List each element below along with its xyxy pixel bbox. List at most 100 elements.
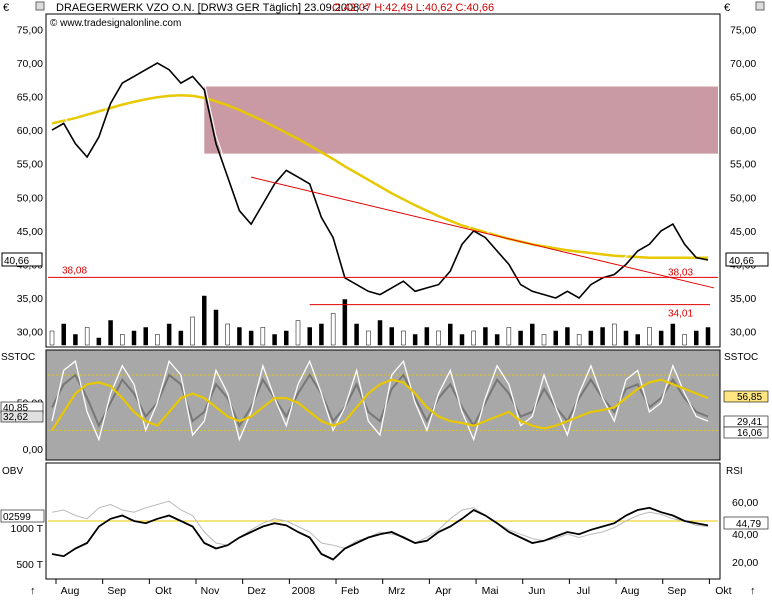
volume-bar [260,327,266,346]
volume-bar [319,323,324,346]
volume-bar [448,323,453,346]
level-label: 38,03 [668,268,693,279]
last-price-label-left: 40,66 [4,256,29,267]
y-tick-right: 55,00 [730,159,756,171]
stoch-label-left: SSTOC [1,352,35,363]
volume-bar [576,334,582,346]
volume-bar [225,323,230,346]
volume-bar [459,334,465,346]
y-tick-right: 65,00 [730,92,756,104]
volume-bar [84,327,90,346]
volume-bar [424,327,430,346]
volume-bar [366,330,371,346]
volume-bar [483,327,488,346]
month-label: Dez [247,585,266,597]
resistance-zone [204,86,719,154]
y-tick-right: 50,00 [730,192,756,204]
volume-bar [108,320,113,346]
volume-bar [330,313,336,346]
stoch-value-label: 32,62 [3,412,28,423]
obv-tick: 500 T [16,559,43,571]
volume-bar [506,327,512,346]
volume-bar [436,330,441,346]
y-tick-left: 55,00 [17,159,43,171]
volume-bar [248,330,254,346]
volume-bar [131,330,137,346]
menu-down-icon-right[interactable] [755,1,765,11]
volume-bar [284,330,289,346]
y-tick-right: 70,00 [730,58,756,70]
y-tick-left: 60,00 [17,125,43,137]
y-tick-right: 30,00 [730,327,756,339]
y-tick-left: 50,00 [17,192,43,204]
volume-bar [494,334,500,346]
volume-bar [412,334,418,346]
last-price-label-right: 40,66 [729,256,754,267]
level-label: 34,01 [668,309,693,320]
y-tick-right: 45,00 [730,226,756,238]
volume-bar [73,334,78,346]
stoch-label-right: SSTOC [724,352,758,363]
volume-bar [658,330,664,346]
month-label: Aug [621,585,640,597]
month-label: Okt [715,585,731,597]
volume-bar [471,330,476,346]
month-label: 2008 [292,585,316,597]
header-symbol: DRAEGERWERK VZO O.N. [DRW3 GER Täglich] … [56,2,369,14]
volume-bar [272,334,277,346]
volume-bar [623,330,629,346]
volume-bar [647,327,652,346]
volume-bar [202,295,207,346]
volume-bar [354,323,359,346]
volume-bar [670,323,676,346]
volume-bar [530,323,535,346]
volume-bar [600,327,605,346]
volume-bar [612,323,617,346]
y-tick-left: 35,00 [17,293,43,305]
rsi-tick: 60,00 [732,497,758,509]
volume-bar [166,323,172,346]
volume-bar [61,323,66,346]
obv-label: OBV [2,466,23,477]
price-panel-bg [45,13,721,348]
volume-bar [565,327,570,346]
y-tick-left: 45,00 [17,226,43,238]
obv-value-label: 02599 [3,512,31,523]
level-label: 38,08 [62,265,87,276]
y-tick-left: 70,00 [17,58,43,70]
volume-bar [49,330,55,346]
chart-svg: € € DRAEGERWERK VZO O.N. [DRW3 GER Tägli… [0,1,769,597]
y-tick-left: 75,00 [17,24,43,36]
stoch-value-label-right: 16,06 [737,428,762,439]
month-label: Jul [577,585,590,597]
y-tick-right: 60,00 [730,125,756,137]
month-label: Jun [528,585,545,597]
month-label: Nov [201,585,220,597]
volume-bar [120,334,125,346]
volume-bar [553,330,558,346]
stoch-value-label-right: 56,85 [737,392,762,403]
scroll-right-arrow[interactable]: ↑ [750,585,756,597]
volume-bar [377,320,383,346]
menu-up-icon[interactable] [35,1,45,11]
stoch-tick: 0,00 [23,444,44,456]
month-label: Sep [107,585,126,597]
stoch-value-label-right: 29,41 [737,417,762,428]
volume-bar [588,330,594,346]
y-tick-right: 35,00 [730,293,756,305]
volume-bar [705,327,711,346]
volume-bar [143,327,148,346]
volume-bar [178,330,184,346]
currency-symbol-right: € [724,2,730,14]
obv-tick: 1000 T [11,523,44,535]
volume-bar [213,309,219,346]
rsi-tick: 40,00 [732,529,758,541]
y-tick-left: 30,00 [17,327,43,339]
currency-symbol-left: € [3,2,9,14]
y-tick-left: 65,00 [17,92,43,104]
volume-bar [190,316,195,346]
volume-bar [295,320,301,346]
scroll-left-arrow[interactable]: ↑ [30,585,36,597]
watermark: © www.tradesignalonline.com [50,18,181,29]
volume-bar [694,330,699,346]
